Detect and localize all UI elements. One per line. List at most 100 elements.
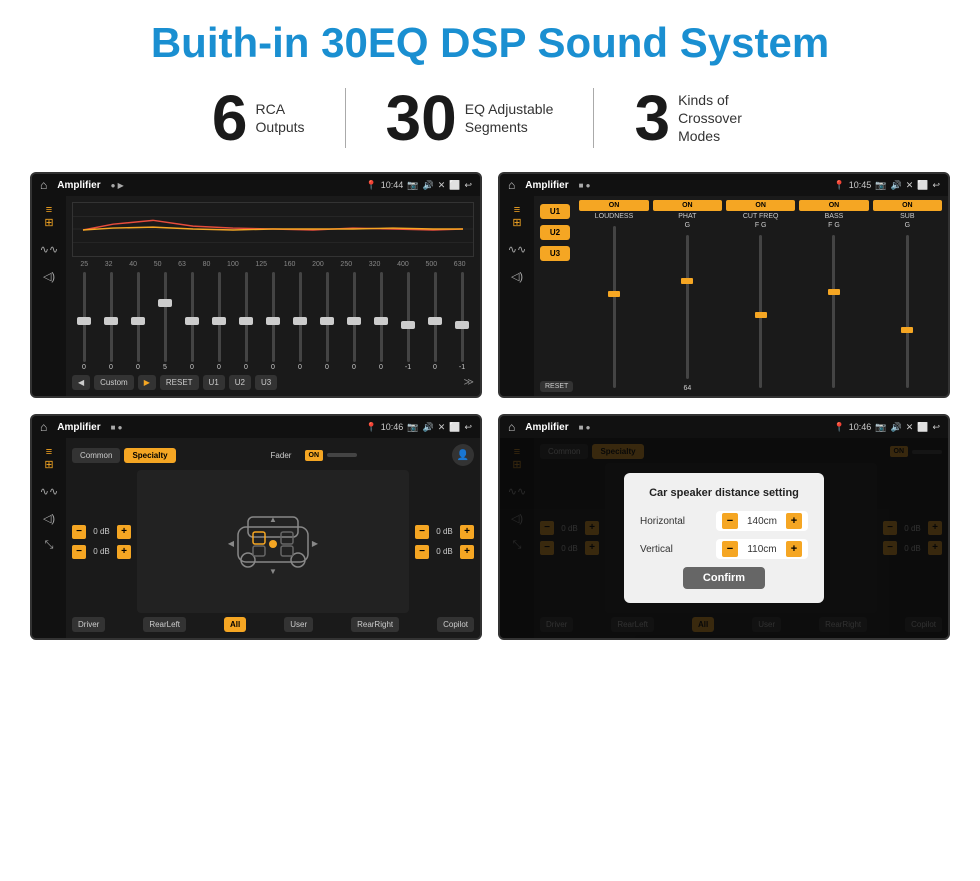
phat-slider[interactable]	[681, 278, 693, 284]
loudness-toggle[interactable]: ON	[579, 200, 648, 211]
eq-custom-btn[interactable]: Custom	[94, 375, 134, 390]
camera-icon-2: 📷	[875, 180, 886, 191]
cutfreq-slider[interactable]	[755, 312, 767, 318]
speaker-icon[interactable]: ◁)	[43, 270, 55, 283]
horizontal-label: Horizontal	[640, 516, 700, 527]
tab-specialty[interactable]: Specialty	[124, 448, 175, 463]
wave-icon-2[interactable]: ∿∿	[508, 243, 526, 256]
eq-main: 25 32 40 50 63 80 100 125 160 200 250 32…	[66, 196, 480, 396]
eq-icon-3[interactable]: ≡⊞	[44, 446, 53, 471]
fader-text: Fader	[271, 451, 301, 460]
eq-prev-btn[interactable]: ◀	[72, 375, 90, 390]
wave-icon[interactable]: ∿∿	[40, 243, 58, 256]
btn-rearright[interactable]: RearRight	[351, 617, 399, 632]
eq-thumb-3[interactable]	[158, 299, 172, 307]
cutfreq-toggle[interactable]: ON	[726, 200, 795, 211]
db-minus-4[interactable]: −	[415, 545, 429, 559]
back-icon-3: ↩	[464, 422, 472, 433]
eq-track-3	[164, 272, 167, 362]
horizontal-minus[interactable]: −	[722, 513, 738, 529]
db-ctrl-2: − 0 dB +	[72, 545, 131, 559]
tab-common[interactable]: Common	[72, 448, 120, 463]
app-title-4: Amplifier	[525, 422, 568, 433]
settings-icon[interactable]: 👤	[452, 444, 474, 466]
screen-eq: ⌂ Amplifier ● ▶ 📍 10:44 📷 🔊 ✕ ⬜ ↩ ≡⊞ ∿∿	[30, 172, 482, 398]
eq-thumb-6[interactable]	[239, 317, 253, 325]
car-diagram: ▲ ▼ ◀ ▶	[137, 470, 409, 613]
eq-u1-btn[interactable]: U1	[203, 375, 225, 390]
sub-slider[interactable]	[901, 327, 913, 333]
db-minus-1[interactable]: −	[72, 525, 86, 539]
eq-thumb-14[interactable]	[455, 321, 469, 329]
loudness-slider[interactable]	[608, 291, 620, 297]
db-minus-2[interactable]: −	[72, 545, 86, 559]
eq-play-btn[interactable]: ▶	[138, 375, 156, 390]
fader-slider[interactable]	[327, 453, 357, 457]
db-minus-3[interactable]: −	[415, 525, 429, 539]
preset-u2[interactable]: U2	[540, 225, 570, 240]
eq-thumb-13[interactable]	[428, 317, 442, 325]
confirm-button[interactable]: Confirm	[683, 567, 765, 589]
fader-tabs: Common Specialty	[72, 448, 176, 463]
back-icon-1: ↩	[464, 180, 472, 191]
bass-slider[interactable]	[828, 289, 840, 295]
bass-toggle[interactable]: ON	[799, 200, 868, 211]
db-plus-4[interactable]: +	[460, 545, 474, 559]
preset-u3[interactable]: U3	[540, 246, 570, 261]
btn-copilot[interactable]: Copilot	[437, 617, 474, 632]
sub-toggle[interactable]: ON	[873, 200, 942, 211]
amp-reset-btn[interactable]: RESET	[540, 381, 573, 392]
home-icon-3[interactable]: ⌂	[40, 420, 47, 434]
vertical-minus[interactable]: −	[722, 541, 738, 557]
eq-val-label-10: 0	[352, 364, 356, 371]
eq-val-label-11: 0	[379, 364, 383, 371]
eq-thumb-2[interactable]	[131, 317, 145, 325]
home-icon-4[interactable]: ⌂	[508, 420, 515, 434]
eq-track-2	[137, 272, 140, 362]
btn-rearleft[interactable]: RearLeft	[143, 617, 186, 632]
eq-slider-12: -1	[396, 272, 420, 371]
eq-thumb-4[interactable]	[185, 317, 199, 325]
home-icon-2[interactable]: ⌂	[508, 178, 515, 192]
eq-thumb-9[interactable]	[320, 317, 334, 325]
eq-thumb-8[interactable]	[293, 317, 307, 325]
db-plus-3[interactable]: +	[460, 525, 474, 539]
eq-thumb-5[interactable]	[212, 317, 226, 325]
eq-track-9	[326, 272, 329, 362]
vertical-plus[interactable]: +	[786, 541, 802, 557]
eq-slider-5: 0	[207, 272, 231, 371]
phat-toggle[interactable]: ON	[653, 200, 722, 211]
camera-icon-1: 📷	[407, 180, 418, 191]
horizontal-plus[interactable]: +	[786, 513, 802, 529]
eq-thumb-0[interactable]	[77, 317, 91, 325]
eq-thumb-7[interactable]	[266, 317, 280, 325]
eq-thumb-11[interactable]	[374, 317, 388, 325]
eq-thumb-12[interactable]	[401, 321, 415, 329]
expand-icon-3[interactable]: ⤡	[45, 539, 54, 552]
db-plus-2[interactable]: +	[117, 545, 131, 559]
sidebar-1: ≡⊞ ∿∿ ◁)	[32, 196, 66, 396]
db-plus-1[interactable]: +	[117, 525, 131, 539]
btn-all[interactable]: All	[224, 617, 246, 632]
arrows-icon[interactable]: ≫	[464, 377, 474, 388]
eq-u3-btn[interactable]: U3	[255, 375, 277, 390]
window-icon-2: ⬜	[917, 180, 928, 191]
eq-thumb-10[interactable]	[347, 317, 361, 325]
preset-u1[interactable]: U1	[540, 204, 570, 219]
wave-icon-3[interactable]: ∿∿	[40, 485, 58, 498]
eq-icon-2[interactable]: ≡⊞	[512, 204, 521, 229]
btn-user[interactable]: User	[284, 617, 313, 632]
dialog-box: Car speaker distance setting Horizontal …	[624, 473, 824, 603]
speaker-icon-3[interactable]: ◁)	[43, 512, 55, 525]
speaker-icon-2[interactable]: ◁)	[511, 270, 523, 283]
eq-icon[interactable]: ≡⊞	[44, 204, 53, 229]
home-icon-1[interactable]: ⌂	[40, 178, 47, 192]
btn-driver[interactable]: Driver	[72, 617, 105, 632]
eq-u2-btn[interactable]: U2	[229, 375, 251, 390]
fader-toggle[interactable]: ON	[305, 450, 324, 461]
eq-thumb-1[interactable]	[104, 317, 118, 325]
eq-reset-btn[interactable]: RESET	[160, 375, 199, 390]
status-info-2: 📍 10:45 📷 🔊 ✕ ⬜ ↩	[834, 180, 941, 191]
db-ctrl-4: − 0 dB +	[415, 545, 474, 559]
eq-track-5	[218, 272, 221, 362]
